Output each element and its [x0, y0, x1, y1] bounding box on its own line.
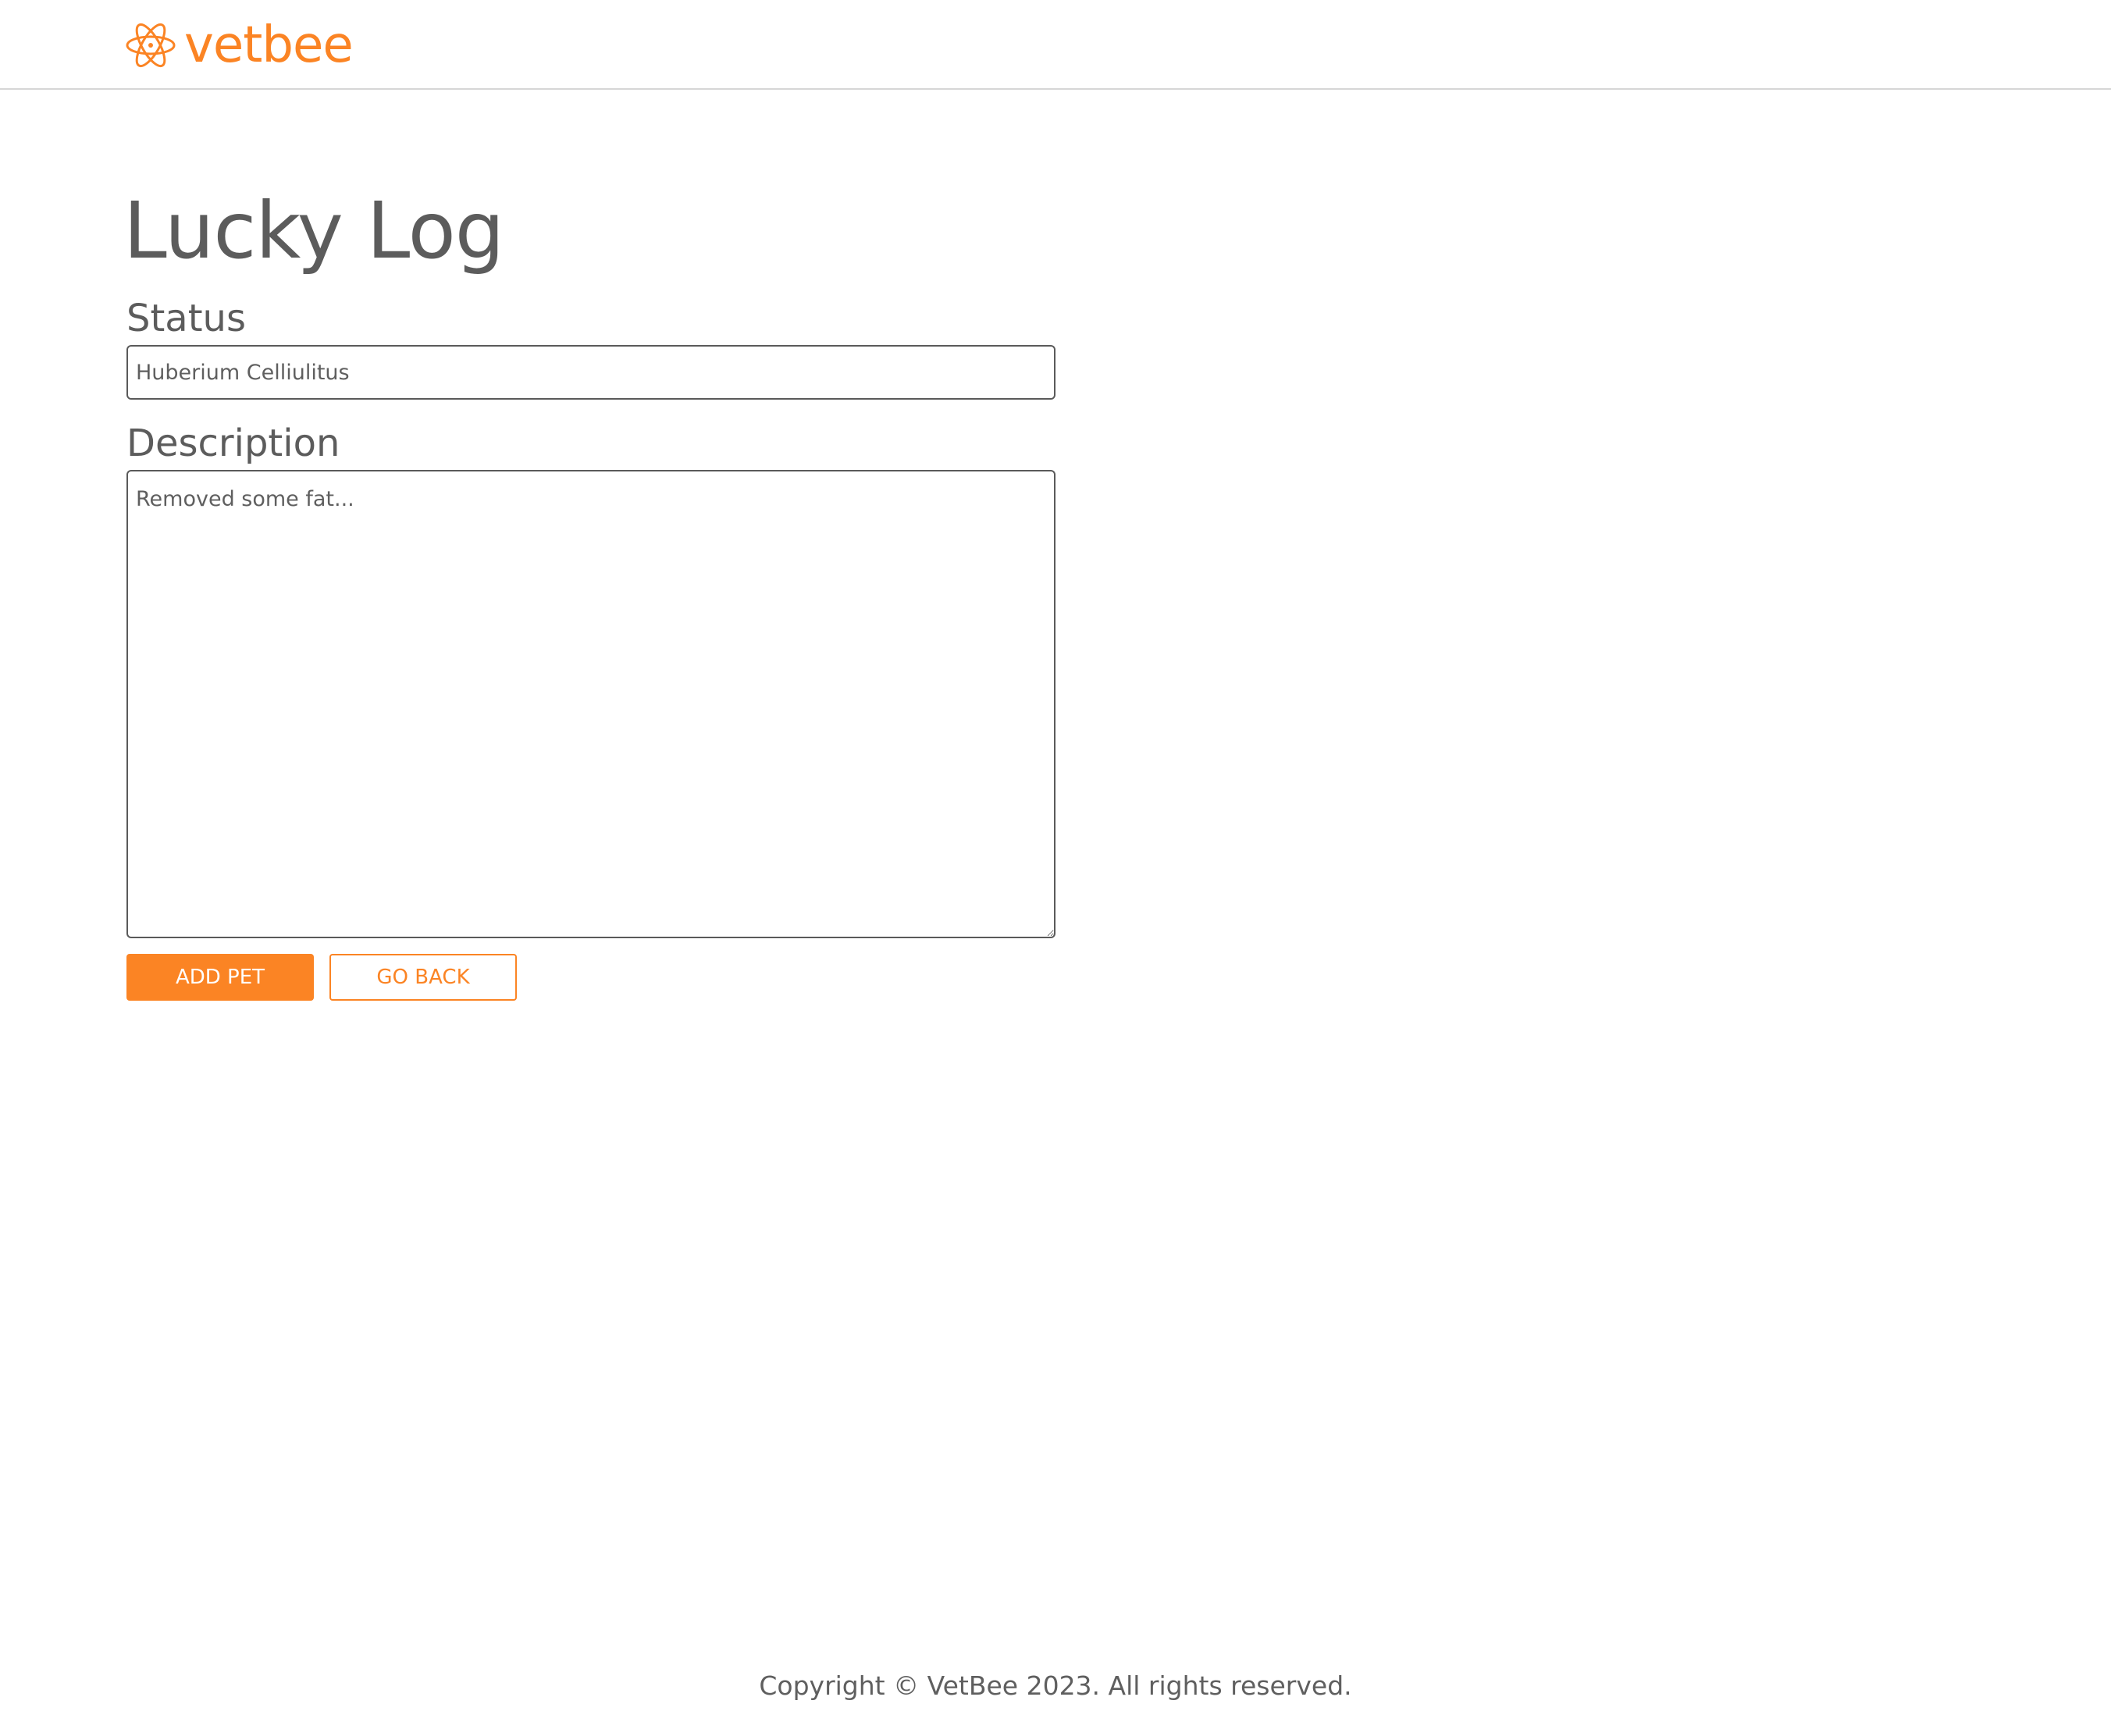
- site-header: vetbee: [0, 0, 2111, 90]
- logo-text: vetbee: [184, 16, 354, 74]
- description-label: Description: [126, 422, 340, 465]
- status-input[interactable]: [126, 345, 1056, 400]
- copyright-footer: Copyright © VetBee 2023. All rights rese…: [759, 1670, 1352, 1701]
- description-textarea[interactable]: [126, 470, 1056, 938]
- page-title: Lucky Log: [123, 185, 504, 276]
- atom-pet-icon: [125, 21, 176, 69]
- go-back-button[interactable]: GO BACK: [329, 954, 517, 1001]
- add-pet-button[interactable]: ADD PET: [126, 954, 314, 1001]
- logo-link[interactable]: vetbee: [125, 16, 354, 74]
- status-label: Status: [126, 297, 246, 340]
